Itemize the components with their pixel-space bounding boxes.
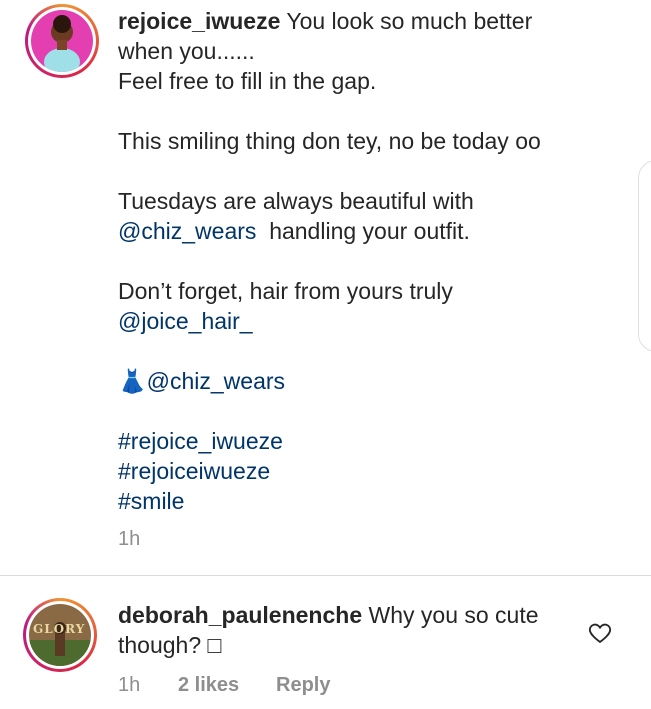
mention-link[interactable]: @joice_hair_ (118, 308, 253, 334)
comment-timestamp: 1h (118, 674, 141, 696)
post-caption: rejoice_iwueze You look so much better w… (118, 6, 598, 516)
comment-username[interactable]: deborah_paulenenche (118, 602, 362, 628)
avatar-image (31, 10, 93, 72)
caption-line: This smiling thing don tey, no be today … (118, 128, 541, 154)
caption-text: handling your outfit. (269, 218, 470, 244)
caption-line: Don’t forget, hair from yours truly (118, 278, 453, 304)
comment-text: Why you so cute (368, 602, 539, 628)
caption-text: You look so much better (286, 8, 533, 34)
hashtag-link[interactable]: #smile (118, 488, 184, 514)
divider (0, 575, 651, 576)
hashtag-link[interactable]: #rejoiceiwueze (118, 458, 270, 484)
comment-emoji: □ (207, 632, 222, 658)
caption-line: Tuesdays are always beautiful with (118, 188, 474, 214)
caption-line: Feel free to fill in the gap. (118, 68, 377, 94)
comment-text: though? (118, 632, 208, 658)
hashtag-link[interactable]: #rejoice_iwueze (118, 428, 283, 454)
mention-link[interactable]: @chiz_wears (118, 218, 256, 244)
comment-likes-count[interactable]: 2 likes (178, 674, 239, 697)
caption-line: when you...... (118, 38, 255, 64)
scrollbar-edge[interactable] (638, 160, 651, 352)
comment-body: deborah_paulenenche Why you so cute thou… (118, 600, 578, 660)
like-heart-icon[interactable] (588, 622, 612, 644)
avatar-image: GLORY (29, 604, 91, 666)
post-username[interactable]: rejoice_iwueze (118, 8, 280, 34)
mention-link[interactable]: @chiz_wears (147, 368, 285, 394)
post-author-avatar[interactable] (25, 4, 99, 78)
dress-emoji: 👗 (118, 368, 147, 394)
comment-author-avatar[interactable]: GLORY (23, 598, 97, 672)
reply-button[interactable]: Reply (276, 674, 330, 697)
post-timestamp: 1h (118, 528, 141, 550)
avatar-overlay-text: GLORY (33, 622, 86, 636)
